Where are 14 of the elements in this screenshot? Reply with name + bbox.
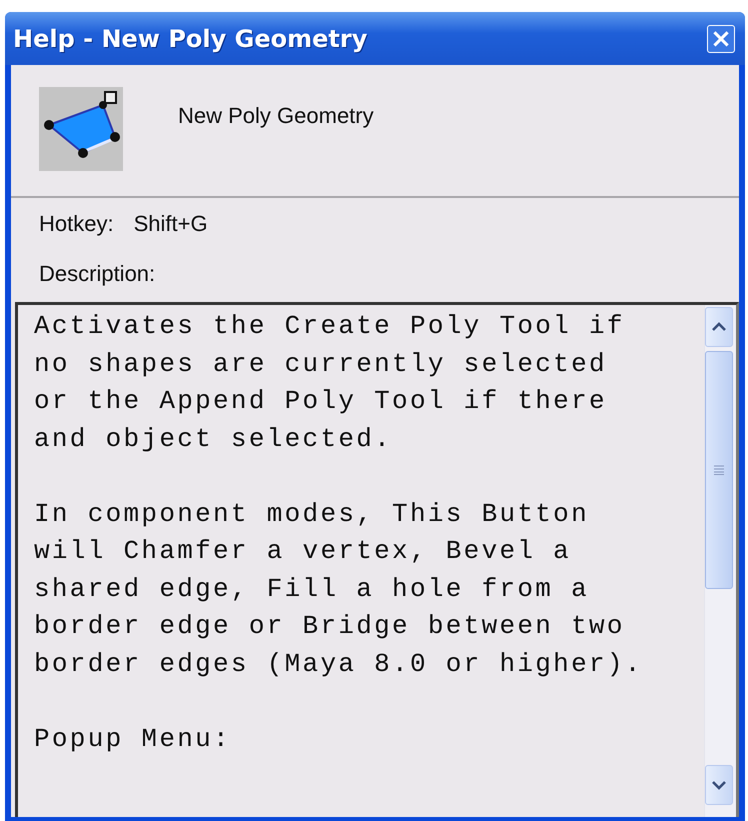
hotkey-value: Shift+G	[134, 211, 208, 237]
description-box[interactable]	[15, 302, 739, 817]
scroll-down-button[interactable]	[705, 765, 733, 805]
description-label: Description:	[39, 261, 156, 287]
hotkey-label: Hotkey:	[39, 211, 114, 237]
close-button[interactable]: ×	[707, 24, 735, 52]
scroll-up-button[interactable]	[705, 307, 733, 347]
description-text: Activates the Create Poly Tool if no shapes are currently selected or the Append Poly Tool if there and object selected. In component modes, This Button will Chamfer a vertex, Bevel a shared edge, Fill a hole from a border edge or Bridge between two border edges (Maya 8.0 or higher). Popup Menu:	[33, 310, 644, 756]
tool-name: New Poly Geometry	[178, 103, 374, 129]
scroll-thumb[interactable]	[705, 351, 733, 589]
polygon-tool-icon	[39, 87, 123, 171]
grip-icon	[714, 465, 724, 475]
window-title: Help - New Poly Geometry	[13, 24, 368, 52]
scrollbar[interactable]	[704, 305, 736, 817]
